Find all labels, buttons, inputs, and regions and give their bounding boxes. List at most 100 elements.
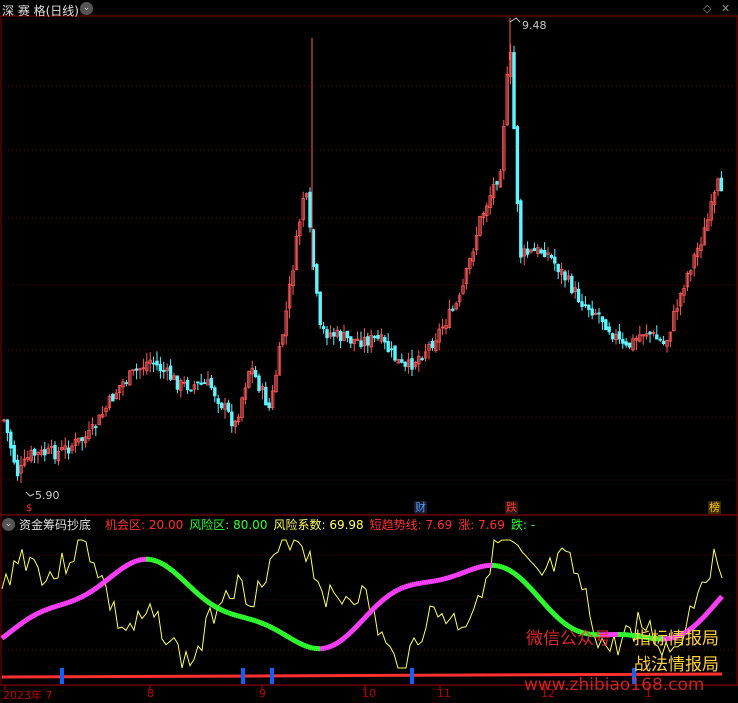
trend-segment [522, 580, 524, 582]
trend-segment [370, 610, 372, 612]
trend-segment [506, 569, 508, 570]
trend-segment [254, 620, 256, 621]
candle-body [197, 382, 200, 383]
collapse-icon[interactable]: ⌄ [80, 2, 93, 15]
trend-segment [354, 627, 356, 629]
diamond-icon[interactable]: ◇ [703, 2, 711, 15]
candle-body [431, 341, 434, 347]
trend-segment [514, 573, 516, 574]
event-marker-ranking[interactable]: 榜 [708, 501, 721, 514]
trend-segment [62, 604, 64, 605]
trend-segment [172, 570, 174, 572]
trend-segment [124, 566, 126, 567]
trend-segment [120, 569, 122, 570]
event-marker-fall[interactable]: 跌 [505, 501, 518, 514]
trend-segment [500, 566, 502, 567]
kline-chart[interactable] [0, 0, 738, 701]
trend-segment [92, 590, 94, 591]
trend-segment [198, 594, 200, 596]
trend-segment [184, 581, 186, 583]
trend-segment [706, 612, 708, 614]
trend-segment [160, 563, 162, 564]
candle-body [581, 302, 584, 307]
trend-segment [272, 628, 274, 629]
trend-segment [562, 621, 564, 623]
trend-segment [226, 612, 228, 613]
trend-segment [116, 571, 118, 573]
trend-segment [346, 635, 348, 637]
dividend-marker[interactable]: $ [26, 503, 32, 514]
candle-body [33, 449, 36, 455]
trend-segment [708, 610, 710, 612]
candle-body [605, 320, 608, 330]
trend-segment [4, 635, 6, 637]
candle-body [214, 388, 217, 396]
trend-segment [326, 647, 328, 648]
trend-segment [214, 606, 216, 607]
trend-segment [510, 571, 512, 572]
trend-segment [704, 615, 706, 617]
param-rise: 涨: 7.69 [458, 516, 505, 533]
candle-body [550, 255, 553, 257]
candle-body [622, 339, 625, 343]
candle-body [217, 399, 220, 404]
trend-segment [218, 608, 220, 609]
candle-body [720, 178, 723, 191]
candle-body [659, 339, 662, 340]
chart-title: 深 赛 格(日线) [2, 2, 79, 19]
trend-segment [268, 626, 270, 627]
trend-segment [96, 587, 98, 588]
trend-segment [190, 587, 192, 589]
trend-segment [66, 603, 68, 604]
trend-segment [22, 622, 24, 623]
watermark-wechat: 微信公众号 [526, 624, 611, 649]
trend-segment [264, 624, 266, 625]
trend-segment [288, 637, 290, 638]
trend-segment [278, 631, 280, 632]
trend-segment [28, 618, 30, 619]
trend-segment [546, 606, 548, 608]
trend-segment [466, 571, 468, 572]
trend-segment [80, 597, 82, 598]
low-pointer [26, 492, 34, 496]
trend-segment [114, 573, 116, 575]
trend-segment [36, 613, 38, 614]
trend-segment [712, 606, 714, 608]
trend-segment [70, 601, 72, 602]
close-icon[interactable]: ✕ [721, 2, 730, 15]
time-label-09: 9 [259, 687, 266, 700]
low-price-label: 5.90 [35, 489, 60, 502]
param-short-trend: 短趋势线: 7.69 [370, 516, 453, 533]
trend-segment [248, 619, 250, 620]
candle-body [584, 305, 587, 306]
param-opportunity: 机会区: 20.00 [105, 516, 183, 533]
candle-body [377, 335, 380, 338]
trend-segment [244, 618, 246, 619]
indicator-collapse-icon[interactable]: ⌄ [2, 518, 15, 531]
trend-segment [520, 578, 522, 580]
trend-segment [554, 614, 556, 616]
trend-segment [136, 560, 138, 561]
trend-segment [74, 600, 76, 601]
candle-body [203, 383, 206, 384]
event-marker-finance[interactable]: 财 [414, 501, 427, 514]
trend-segment [376, 604, 378, 606]
trend-segment [408, 585, 410, 586]
high-price-label: 9.48 [522, 19, 547, 32]
trend-segment [210, 603, 212, 604]
trend-segment [78, 598, 80, 599]
trend-segment [534, 592, 536, 594]
trend-segment [720, 596, 722, 598]
trend-segment [332, 645, 334, 646]
indicator-name[interactable]: 资金筹码抄底 [19, 516, 91, 533]
trend-segment [396, 590, 398, 591]
trend-segment [200, 596, 202, 598]
candle-body [254, 370, 257, 376]
candle-body [309, 192, 312, 227]
trend-segment [508, 569, 510, 570]
trend-segment [236, 615, 238, 616]
trend-segment [122, 567, 124, 568]
signal-bar [241, 668, 245, 684]
time-label-11: 11 [437, 687, 451, 700]
trend-segment [410, 585, 412, 586]
